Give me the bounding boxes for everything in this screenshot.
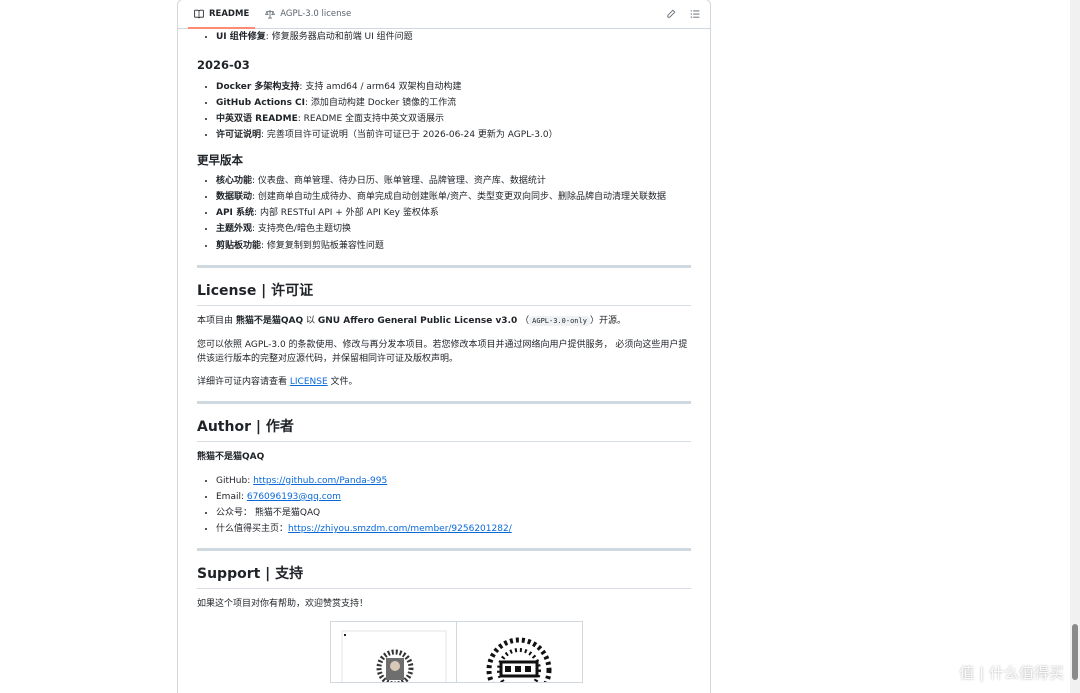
- author-name: 熊猫不是猫QAQ: [197, 451, 265, 462]
- tab-license-label: AGPL-3.0 license: [280, 9, 352, 19]
- list-item: 什么值得买主页：https://zhiyou.smzdm.com/member/…: [216, 524, 691, 536]
- list-item: 数据联动: 创建商单自动生成待办、商单完成自动创建账单/资产、类型变更双向同步、…: [216, 192, 691, 204]
- qr-cell-left: [331, 621, 457, 682]
- prev-changelog-list: UI 组件修复: 修复服务器启动和前端 UI 组件问题: [197, 32, 691, 44]
- readme-tabbar: README AGPL-3.0 license: [178, 0, 710, 29]
- list-item: 主题外观: 支持亮色/暗色主题切换: [216, 224, 691, 236]
- author-contact-list: GitHub: https://github.com/Panda-995 Ema…: [197, 476, 691, 536]
- book-icon: [194, 9, 204, 19]
- list-item: 中英双语 README: README 全面支持中英文双语展示: [216, 114, 691, 126]
- license-paragraph-3: 详细许可证内容请查看 LICENSE 文件。: [197, 377, 358, 387]
- tab-readme-label: README: [209, 9, 250, 19]
- section-divider: [197, 265, 691, 269]
- license-code: AGPL-3.0-only: [529, 316, 590, 327]
- email-link[interactable]: 676096193@qq.com: [247, 492, 341, 502]
- license-paragraph-2: 您可以依照 AGPL-3.0 的条款使用、修改与再分发本项目。若您修改本项目并通…: [197, 340, 688, 365]
- tab-license[interactable]: AGPL-3.0 license: [257, 0, 359, 28]
- alipay-qr-code-image: [486, 637, 552, 682]
- smzdm-logo-icon: [932, 661, 955, 683]
- heading-2026-03: 2026-03: [197, 57, 250, 72]
- browser-viewport: README AGPL-3.0 license UI 组件修复: 修复服务器启动…: [0, 0, 1080, 693]
- list-item: Email: 676096193@qq.com: [216, 492, 691, 504]
- wechat-qr-code-image: [341, 630, 447, 682]
- readme-panel: README AGPL-3.0 license UI 组件修复: 修复服务器启动…: [177, 0, 711, 693]
- tab-readme[interactable]: README: [186, 0, 257, 29]
- list-item: 许可证说明: 完善项目许可证说明（当前许可证已于 2026-06-24 更新为 …: [216, 130, 691, 142]
- list-item: GitHub Actions CI: 添加自动构建 Docker 镜像的工作流: [216, 98, 691, 110]
- readme-actions: [666, 0, 700, 28]
- heading-earlier-versions: 更早版本: [197, 152, 243, 167]
- site-watermark: 值 | 什么值得买: [932, 661, 1064, 683]
- outline-list-icon[interactable]: [690, 9, 700, 19]
- github-link[interactable]: https://github.com/Panda-995: [253, 476, 387, 486]
- author-heading: Author | 作者: [197, 418, 691, 442]
- page-scrollbar[interactable]: [1070, 0, 1080, 693]
- license-link[interactable]: LICENSE: [290, 377, 328, 387]
- changelog-earlier-list: 核心功能: 仪表盘、商单管理、待办日历、账单管理、品牌管理、资产库、数据统计 数…: [197, 176, 691, 252]
- list-item: 核心功能: 仪表盘、商单管理、待办日历、账单管理、品牌管理、资产库、数据统计: [216, 176, 691, 188]
- pencil-edit-icon[interactable]: [666, 9, 676, 19]
- readme-content: UI 组件修复: 修复服务器启动和前端 UI 组件问题 2026-03 Dock…: [178, 32, 710, 683]
- list-item: 公众号： 熊猫不是猫QAQ: [216, 508, 691, 520]
- license-heading: License | 许可证: [197, 282, 691, 307]
- section-divider: [197, 547, 691, 551]
- changelog-2026-03-list: Docker 多架构支持: 支持 amd64 / arm64 双架构自动构建 G…: [197, 82, 691, 142]
- qr-cell-right: [457, 622, 582, 682]
- scale-icon: [265, 9, 276, 19]
- support-text: 如果这个项目对你有帮助，欢迎赞赏支持！: [197, 599, 369, 609]
- list-item: GitHub: https://github.com/Panda-995: [216, 476, 691, 488]
- list-item: API 系统: 内部 RESTful API + 外部 API Key 鉴权体系: [216, 208, 691, 220]
- license-paragraph-1: 本项目由 熊猫不是猫QAQ 以 GNU Affero General Publi…: [197, 316, 626, 327]
- section-divider: [197, 400, 691, 404]
- list-item: Docker 多架构支持: 支持 amd64 / arm64 双架构自动构建: [216, 82, 691, 94]
- list-item: 剪贴板功能: 修复复制到剪贴板兼容性问题: [216, 241, 691, 253]
- donation-qr-table: [197, 620, 691, 683]
- list-item: UI 组件修复: 修复服务器启动和前端 UI 组件问题: [216, 32, 691, 44]
- smzdm-link[interactable]: https://zhiyou.smzdm.com/member/92562012…: [288, 524, 512, 534]
- scrollbar-thumb[interactable]: [1072, 624, 1078, 680]
- watermark-text: 值 | 什么值得买: [959, 663, 1064, 682]
- support-heading: Support | 支持: [197, 565, 691, 589]
